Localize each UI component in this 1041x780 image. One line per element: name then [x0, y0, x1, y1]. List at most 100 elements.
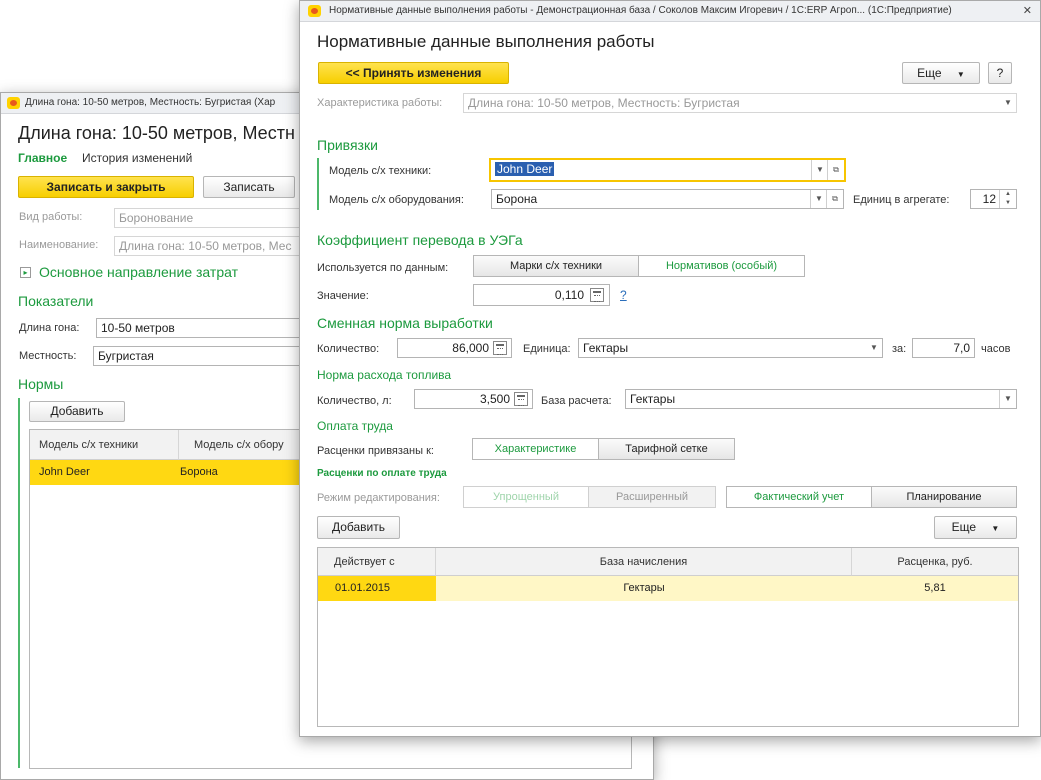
- help-button[interactable]: ?: [988, 62, 1012, 84]
- tab-main[interactable]: Главное: [18, 151, 67, 165]
- front-window-titlebar[interactable]: Нормативные данные выполнения работы - Д…: [300, 1, 1040, 22]
- fuel-qty-label: Количество, л:: [317, 395, 392, 407]
- equipment-field[interactable]: Борона ▼ ⧉: [491, 189, 844, 209]
- machine-value: John Deer: [495, 162, 555, 176]
- qty-label: Количество:: [317, 343, 380, 355]
- planning-toggle[interactable]: Планирование: [871, 486, 1017, 508]
- norms-section-bar: [18, 398, 20, 768]
- characteristic-label: Характеристика работы:: [317, 97, 443, 109]
- actual-accounting-toggle[interactable]: Фактический учет: [726, 486, 872, 508]
- cell-rate: 5,81: [924, 582, 946, 594]
- cell-equipment: Борона: [180, 466, 218, 478]
- bindings-title: Привязки: [317, 137, 378, 153]
- cost-direction-title: Основное направление затрат: [39, 264, 238, 280]
- save-close-button[interactable]: Записать и закрыть: [18, 176, 194, 198]
- used-by-machine-toggle[interactable]: Марки с/х техники: [473, 255, 639, 277]
- accept-changes-button[interactable]: << Принять изменения: [318, 62, 509, 84]
- bindings-section-bar: [317, 158, 319, 210]
- chevron-down-icon: ▼: [991, 524, 1000, 533]
- length-field[interactable]: 10-50 метров: [96, 318, 314, 338]
- equipment-value: Борона: [496, 192, 538, 206]
- cell-date-text: 01.01.2015: [335, 582, 391, 594]
- labor-title: Оплата труда: [317, 419, 393, 433]
- table-row[interactable]: 01.01.2015 Гектары 5,81: [318, 576, 1018, 601]
- add-rate-button[interactable]: Добавить: [317, 516, 400, 539]
- terrain-label: Местность:: [19, 350, 77, 362]
- help-link[interactable]: ?: [620, 288, 627, 302]
- tab-history[interactable]: История изменений: [82, 151, 192, 165]
- more-label: Еще: [951, 520, 977, 534]
- logo-icon: [308, 5, 321, 17]
- indicators-title: Показатели: [18, 293, 94, 309]
- open-form-icon[interactable]: ⧉: [826, 190, 843, 208]
- work-type-field[interactable]: Боронование: [114, 208, 314, 228]
- per-field[interactable]: 7,0: [912, 338, 975, 358]
- units-field[interactable]: 12 ▲ ▼: [970, 189, 1017, 209]
- dropdown-arrow-icon[interactable]: ▼: [1000, 94, 1016, 112]
- qty-value: 86,000: [452, 341, 489, 355]
- expand-icon: ▸: [20, 267, 31, 278]
- save-button[interactable]: Записать: [203, 176, 295, 198]
- col-rate[interactable]: Расценка, руб.: [852, 548, 1018, 576]
- characteristic-field[interactable]: Длина гона: 10-50 метров, Местность: Буг…: [463, 93, 1017, 113]
- fuel-qty-value: 3,500: [479, 392, 510, 406]
- name-field[interactable]: Длина гона: 10-50 метров, Мес: [114, 236, 314, 256]
- calculator-icon[interactable]: [590, 288, 604, 302]
- more-label: Еще: [917, 66, 942, 80]
- value-value: 0,110: [554, 288, 584, 302]
- edit-mode-label: Режим редактирования:: [317, 492, 440, 504]
- front-page-title: Нормативные данные выполнения работы: [317, 32, 655, 51]
- dropdown-arrow-icon[interactable]: ▼: [866, 339, 882, 357]
- spinner-icon[interactable]: ▲ ▼: [999, 190, 1016, 208]
- rates-characteristic-toggle[interactable]: Характеристике: [472, 438, 599, 460]
- name-label: Наименование:: [19, 239, 99, 251]
- used-by-label: Используется по данным:: [317, 262, 449, 274]
- per-label: за:: [892, 343, 907, 355]
- characteristic-value: Длина гона: 10-50 метров, Местность: Буг…: [468, 96, 740, 110]
- shift-title: Сменная норма выработки: [317, 315, 493, 331]
- calculator-icon[interactable]: [514, 392, 528, 406]
- base-value: Гектары: [630, 392, 676, 406]
- qty-field[interactable]: 86,000: [397, 338, 512, 358]
- col-base[interactable]: База начисления: [436, 548, 852, 576]
- unit-value: Гектары: [583, 341, 629, 355]
- rates-title: Расценки по оплате труда: [317, 468, 447, 479]
- terrain-field[interactable]: Бугристая: [93, 346, 314, 366]
- dropdown-arrow-icon[interactable]: ▼: [811, 160, 828, 180]
- more-table-button[interactable]: Еще ▼: [934, 516, 1017, 539]
- unit-label: Единица:: [523, 343, 571, 355]
- col-effective-from[interactable]: Действует с: [318, 548, 436, 576]
- edit-simple-toggle[interactable]: Упрощенный: [463, 486, 589, 508]
- rates-table: Действует с База начисления Расценка, ру…: [317, 547, 1019, 727]
- base-label: База расчета:: [541, 395, 612, 407]
- value-field[interactable]: 0,110: [473, 284, 610, 306]
- close-icon[interactable]: ✕: [1023, 4, 1032, 17]
- open-form-icon[interactable]: ⧉: [827, 160, 844, 180]
- cell-base: Гектары: [623, 582, 665, 594]
- fuel-title: Норма расхода топлива: [317, 368, 452, 382]
- used-by-norms-toggle[interactable]: Нормативов (особый): [638, 255, 805, 277]
- units-label: Единиц в агрегате:: [853, 194, 950, 206]
- more-menu-button[interactable]: Еще ▼: [902, 62, 980, 84]
- unit-field[interactable]: Гектары ▼: [578, 338, 883, 358]
- coef-title: Коэффициент перевода в УЭГа: [317, 232, 523, 248]
- rates-tariff-toggle[interactable]: Тарифной сетке: [598, 438, 735, 460]
- back-page-title: Длина гона: 10-50 метров, Местн: [18, 123, 295, 143]
- machine-field[interactable]: John Deer ▼ ⧉: [489, 158, 846, 182]
- base-field[interactable]: Гектары ▼: [625, 389, 1017, 409]
- logo-icon: [7, 97, 20, 109]
- length-label: Длина гона:: [19, 322, 80, 334]
- work-type-label: Вид работы:: [19, 211, 83, 223]
- norms-title: Нормы: [18, 376, 64, 392]
- front-window: Нормативные данные выполнения работы - Д…: [299, 0, 1041, 737]
- calculator-icon[interactable]: [493, 341, 507, 355]
- edit-extended-toggle[interactable]: Расширенный: [588, 486, 716, 508]
- front-window-title: Нормативные данные выполнения работы - Д…: [329, 5, 952, 16]
- units-value: 12: [982, 192, 996, 206]
- dropdown-arrow-icon[interactable]: ▼: [810, 190, 827, 208]
- back-add-button[interactable]: Добавить: [29, 401, 125, 422]
- dropdown-arrow-icon[interactable]: ▼: [999, 390, 1016, 408]
- back-col-machine[interactable]: Модель с/х техники: [30, 430, 179, 460]
- fuel-qty-field[interactable]: 3,500: [414, 389, 533, 409]
- chevron-down-icon: ▼: [956, 70, 965, 79]
